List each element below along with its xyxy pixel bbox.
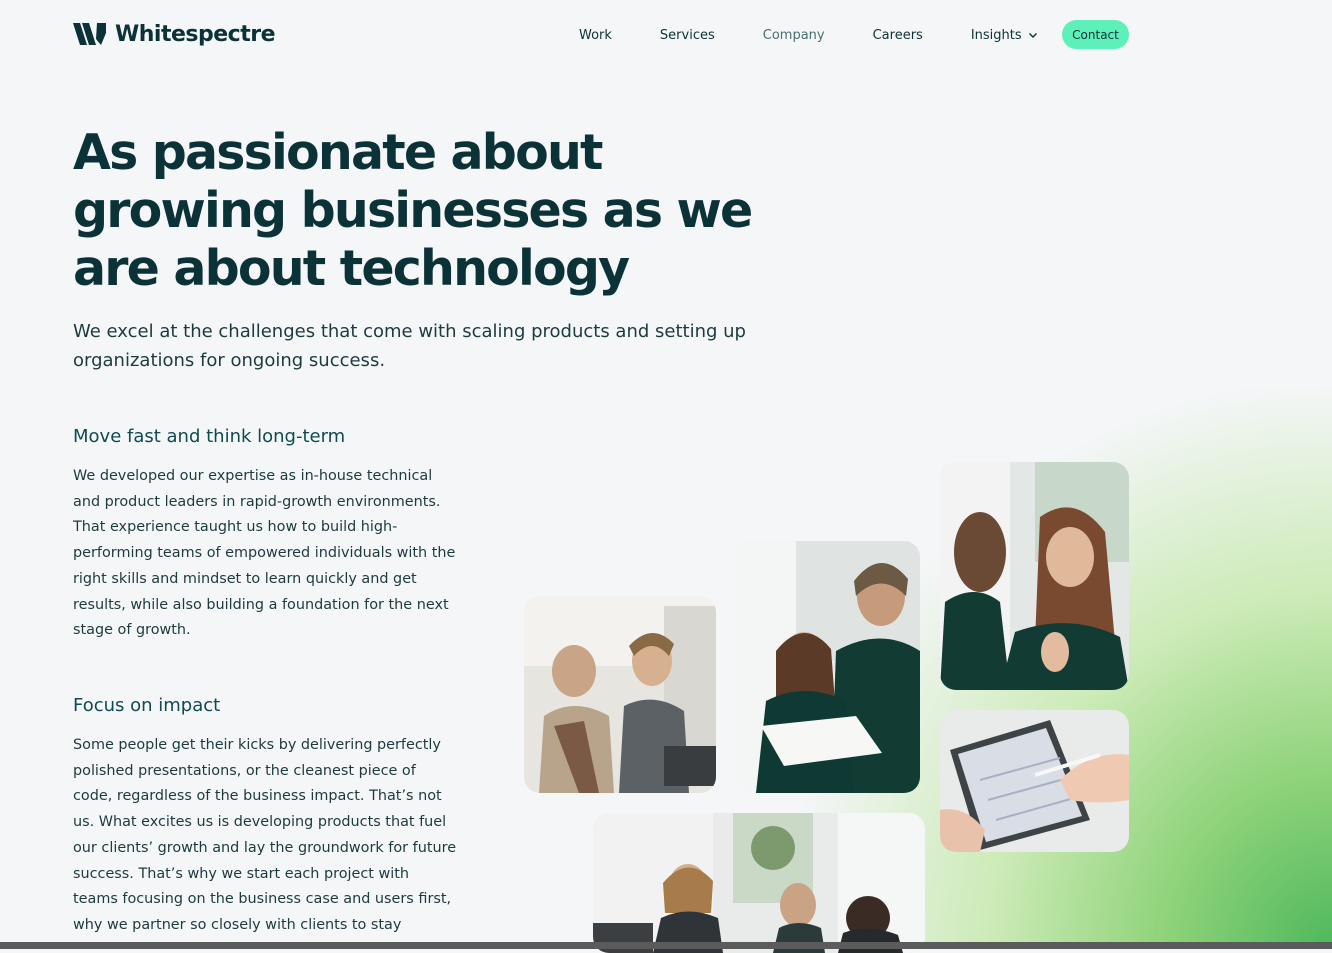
photo-two-colleagues-laptop [524,596,716,793]
logo[interactable]: Whitespectre [73,21,276,47]
nav-work[interactable]: Work [579,28,612,43]
nav-careers[interactable]: Careers [873,28,923,43]
contact-button[interactable]: Contact [1062,20,1129,49]
photo-tablet-stylus [940,710,1129,852]
main-nav: Work Services Company Careers Insights [579,20,1086,50]
nav-insights-label: Insights [970,27,1022,43]
nav-company[interactable]: Company [763,28,825,43]
section-body-focus-impact: Some people get their kicks by deliverin… [73,737,457,933]
photo-team-at-desks [593,813,925,953]
section-body-move-fast: We developed our expertise as in-house t… [73,468,456,639]
logo-text: Whitespectre [115,21,276,47]
nav-services[interactable]: Services [660,28,715,43]
chevron-down-icon [1028,33,1037,38]
photo-woman-gesturing [940,462,1129,690]
section-title-move-fast: Move fast and think long-term [73,426,346,447]
hero-subtitle: We excel at the challenges that come wit… [73,321,746,371]
window-bottom-bar [0,942,1332,949]
page-title: As passionate about growing businesses a… [73,124,753,297]
whitespectre-logo-icon [73,23,106,45]
photo-colleagues-reviewing-paper [736,541,920,793]
nav-insights[interactable]: Insights [971,28,1038,43]
section-title-focus-impact: Focus on impact [73,695,221,716]
